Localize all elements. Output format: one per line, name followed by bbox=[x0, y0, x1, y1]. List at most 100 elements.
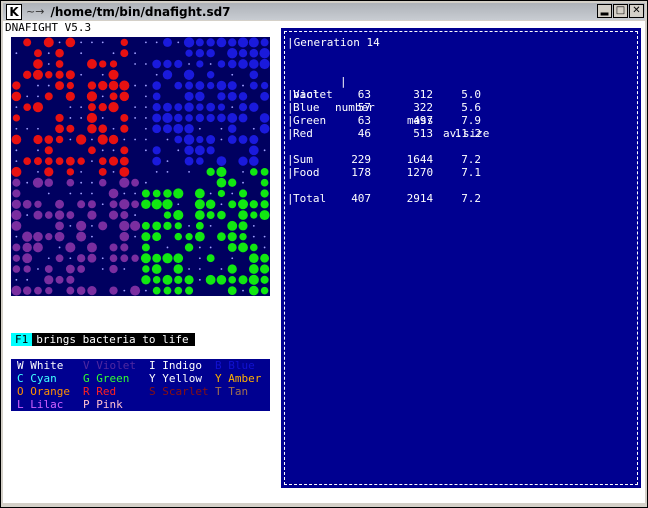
bacterium-green bbox=[194, 199, 205, 210]
bacterium-blue bbox=[249, 59, 259, 69]
food-pellet bbox=[15, 235, 18, 238]
food-pellet bbox=[26, 95, 29, 98]
food-pellet bbox=[166, 138, 169, 141]
bacterium-green bbox=[260, 189, 269, 198]
maximize-icon[interactable]: □ bbox=[613, 4, 628, 18]
bacterium-violet bbox=[66, 178, 75, 187]
food-pellet bbox=[134, 52, 137, 55]
bacterium-red bbox=[33, 157, 42, 166]
bacterium-red bbox=[12, 114, 21, 122]
bacterium-blue bbox=[260, 91, 270, 101]
food-pellet bbox=[209, 224, 212, 227]
food-pellet bbox=[91, 160, 93, 163]
food-pellet bbox=[144, 84, 147, 87]
food-pellet bbox=[177, 203, 180, 206]
bacterium-green bbox=[205, 274, 216, 285]
bacterium-blue bbox=[196, 103, 204, 111]
bacterium-violet bbox=[34, 286, 42, 295]
bacterium-blue bbox=[162, 124, 172, 134]
bacterium-blue bbox=[206, 38, 215, 47]
bacterium-red bbox=[97, 134, 108, 145]
bacterium-green bbox=[260, 200, 269, 209]
sticky-icon[interactable]: ~→ bbox=[26, 5, 44, 18]
bacterium-red bbox=[120, 124, 129, 133]
bacterium-blue bbox=[249, 81, 258, 90]
close-icon[interactable]: ✕ bbox=[629, 4, 644, 18]
food-pellet bbox=[101, 149, 104, 152]
bacterium-violet bbox=[12, 178, 21, 187]
bacterium-red bbox=[108, 134, 119, 145]
bacterium-violet bbox=[22, 253, 33, 264]
food-pellet bbox=[134, 235, 137, 238]
bacterium-red bbox=[87, 123, 97, 134]
bacterium-red bbox=[120, 49, 129, 58]
bacterium-red bbox=[55, 81, 65, 91]
food-pellet bbox=[231, 257, 234, 260]
bacterium-green bbox=[163, 211, 172, 219]
bacterium-blue bbox=[195, 91, 205, 102]
bacterium-green bbox=[194, 231, 205, 242]
bacterium-red bbox=[66, 168, 75, 176]
bacteria-field[interactable] bbox=[11, 37, 270, 296]
bacterium-red bbox=[23, 103, 32, 111]
food-pellet bbox=[134, 214, 137, 216]
bacterium-green bbox=[141, 189, 150, 198]
bacterium-blue bbox=[227, 135, 237, 144]
stats-cell: 11.2 bbox=[454, 127, 482, 140]
food-pellet bbox=[80, 181, 83, 184]
food-pellet bbox=[15, 278, 18, 281]
bacterium-blue bbox=[152, 124, 162, 134]
food-pellet bbox=[263, 246, 266, 249]
hint-key: F1 bbox=[11, 333, 33, 346]
app-client-area: DNAFIGHT V5.3 F1 brings bacteria to life… bbox=[3, 21, 645, 503]
bacterium-green bbox=[216, 166, 227, 177]
bacterium-violet bbox=[109, 264, 118, 274]
bacterium-blue bbox=[207, 81, 215, 90]
bacterium-violet bbox=[22, 199, 32, 209]
bacterium-red bbox=[120, 113, 129, 122]
food-pellet bbox=[47, 52, 50, 55]
bacterium-red bbox=[88, 146, 96, 155]
bacterium-green bbox=[152, 276, 161, 284]
stats-cell: 1270 bbox=[406, 166, 434, 179]
bacterium-blue bbox=[163, 102, 172, 112]
bacterium-green bbox=[205, 199, 216, 210]
bacterium-red bbox=[45, 71, 53, 79]
bacterium-red bbox=[120, 38, 128, 47]
kde-app-icon[interactable]: K bbox=[6, 3, 22, 20]
food-pellet bbox=[15, 106, 18, 109]
food-pellet bbox=[231, 73, 234, 76]
bacterium-red bbox=[33, 59, 43, 69]
bacterium-blue bbox=[259, 58, 270, 70]
stats-cell: 7.1 bbox=[461, 166, 482, 179]
food-pellet bbox=[155, 73, 158, 76]
bacterium-blue bbox=[184, 156, 194, 166]
bacterium-blue bbox=[196, 60, 204, 68]
food-pellet bbox=[80, 106, 83, 109]
bacterium-blue bbox=[162, 70, 173, 80]
food-pellet bbox=[123, 268, 126, 270]
bacterium-violet bbox=[130, 285, 141, 296]
minimize-icon[interactable]: ▂ bbox=[597, 4, 612, 18]
bacterium-violet bbox=[44, 211, 53, 219]
food-pellet bbox=[69, 224, 72, 227]
bacterium-green bbox=[227, 232, 237, 242]
food-pellet bbox=[188, 170, 190, 173]
stats-cell: 57 bbox=[357, 101, 372, 114]
bacterium-violet bbox=[45, 286, 53, 295]
food-pellet bbox=[209, 63, 212, 65]
food-pellet bbox=[80, 117, 83, 119]
bacterium-blue bbox=[227, 59, 237, 69]
bacterium-red bbox=[120, 146, 129, 155]
bacterium-violet bbox=[130, 220, 141, 231]
bacterium-green bbox=[238, 242, 248, 253]
bacterium-red bbox=[87, 81, 97, 90]
food-pellet bbox=[69, 257, 72, 260]
palette-item: S Scarlet bbox=[149, 385, 209, 398]
bacterium-violet bbox=[12, 243, 21, 252]
title-bar[interactable]: K ~→ /home/tm/bin/dnafight.sd7 ▂ □ ✕ bbox=[3, 3, 645, 20]
bacterium-violet bbox=[23, 265, 31, 273]
food-pellet bbox=[177, 41, 180, 44]
bacterium-red bbox=[66, 81, 74, 90]
bacterium-violet bbox=[77, 254, 86, 263]
